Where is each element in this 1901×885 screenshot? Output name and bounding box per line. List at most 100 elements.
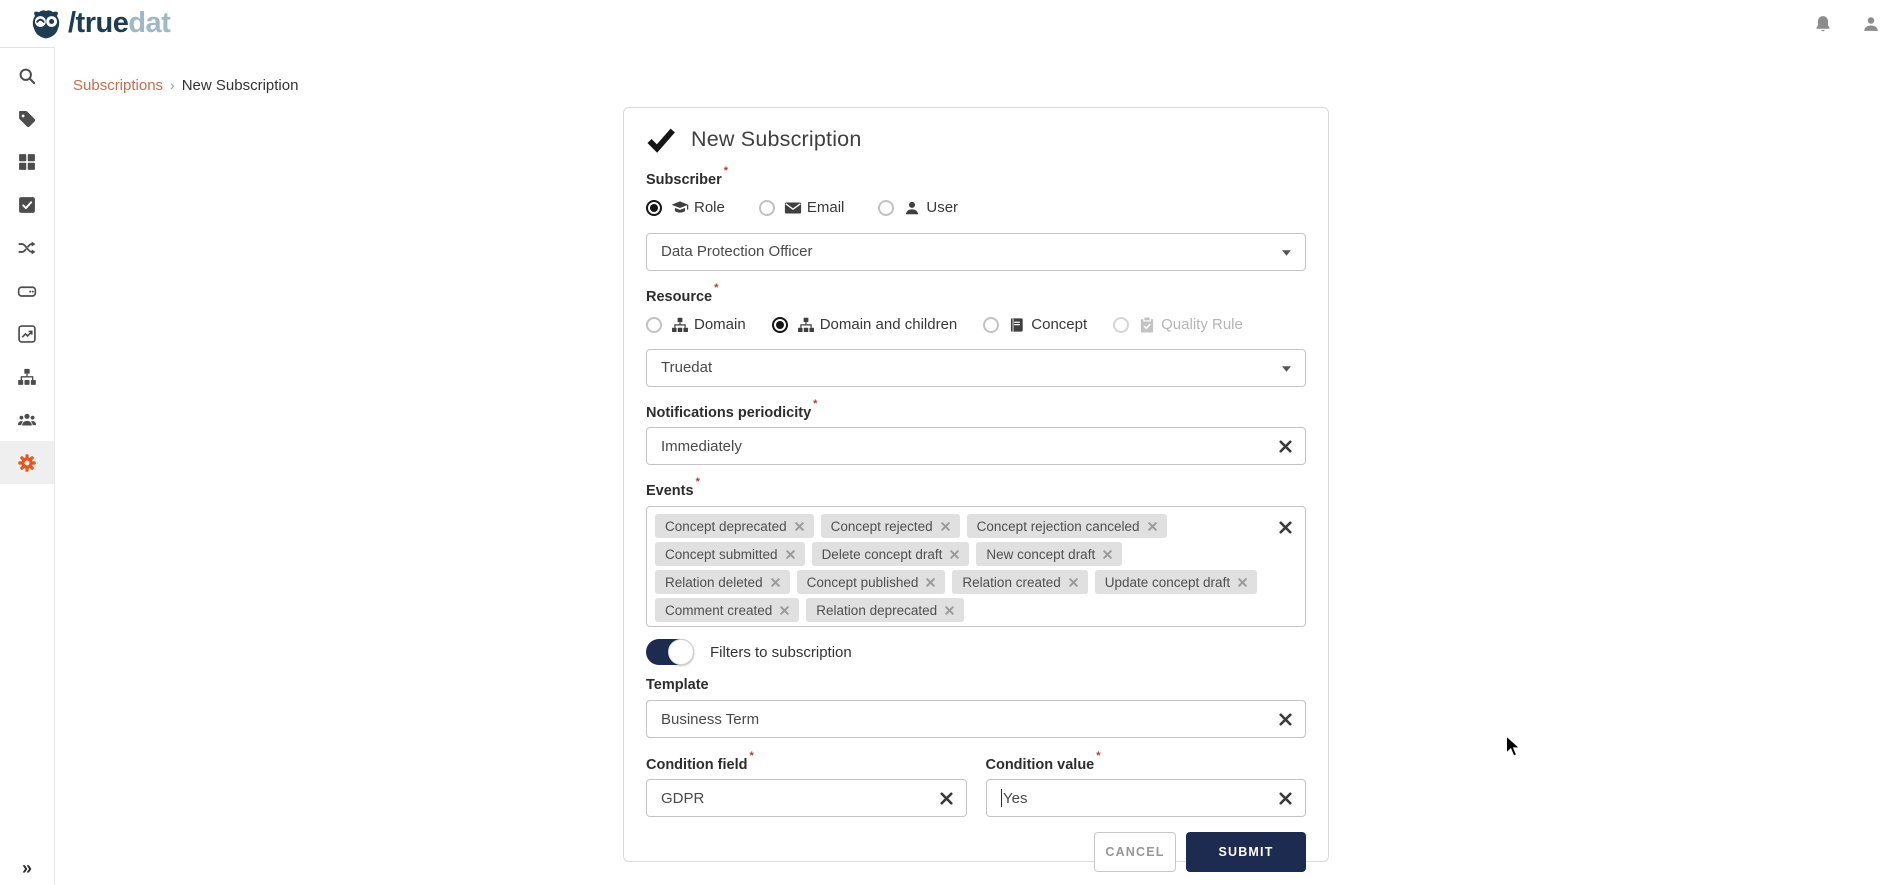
resource-option-domain[interactable]: Domain <box>646 316 746 334</box>
subscriber-radio-group: Role Email User <box>646 197 1306 219</box>
event-tag: Comment created <box>655 598 799 622</box>
radio-button[interactable] <box>983 317 999 333</box>
sidebar-item-settings[interactable] <box>0 441 54 484</box>
resource-radio-group: Domain Domain and children Concept Quali… <box>646 314 1306 336</box>
option-label: Domain <box>694 316 746 333</box>
remove-tag-icon[interactable] <box>941 522 950 531</box>
notifications-bell-icon[interactable] <box>1813 14 1833 34</box>
periodicity-field[interactable]: Immediately <box>646 427 1306 465</box>
filters-toggle-switch[interactable] <box>646 639 694 665</box>
page-title: New Subscription <box>691 127 862 152</box>
remove-tag-icon[interactable] <box>1069 578 1078 587</box>
resource-option-concept[interactable]: Concept <box>983 316 1087 334</box>
radio-button[interactable] <box>772 317 788 333</box>
event-tag: Delete concept draft <box>812 542 970 566</box>
event-tag-label: Delete concept draft <box>822 547 943 562</box>
sidebar-item-data-sources[interactable] <box>0 269 54 312</box>
toggle-knob[interactable] <box>668 639 694 665</box>
user-avatar-icon[interactable] <box>1861 14 1881 34</box>
subscriber-select-value: Data Protection Officer <box>661 243 812 260</box>
event-tag-label: Relation created <box>962 575 1060 590</box>
users-icon <box>17 410 37 430</box>
condition-value-label: Condition value* <box>986 753 1307 773</box>
main-content: Subscriptions›New Subscription New Subsc… <box>55 47 1901 885</box>
remove-tag-icon[interactable] <box>780 606 789 615</box>
event-tag-label: Concept rejection canceled <box>977 519 1140 534</box>
subscriber-option-email[interactable]: Email <box>759 199 845 217</box>
resource-select[interactable]: Truedat <box>646 349 1306 387</box>
event-tag: Concept rejection canceled <box>967 514 1167 538</box>
gear-icon <box>17 453 37 473</box>
graduation-cap-icon <box>671 199 689 217</box>
clear-field-icon[interactable] <box>1279 792 1292 805</box>
envelope-icon <box>784 199 802 217</box>
clear-field-icon[interactable] <box>1279 440 1292 453</box>
mouse-cursor <box>1505 735 1522 759</box>
event-tag-label: Concept submitted <box>665 547 778 562</box>
option-label: Role <box>694 199 725 216</box>
condition-value-input[interactable]: Yes <box>986 779 1307 817</box>
sidebar-item-tags[interactable] <box>0 97 54 140</box>
template-value: Business Term <box>661 711 759 728</box>
subscriber-option-user[interactable]: User <box>878 199 958 217</box>
remove-tag-icon[interactable] <box>945 606 954 615</box>
event-tag-label: Concept published <box>807 575 919 590</box>
event-tag-label: Comment created <box>665 603 772 618</box>
event-tag: Relation created <box>952 570 1087 594</box>
radio-button[interactable] <box>1113 317 1129 333</box>
grid-icon <box>17 152 37 172</box>
resource-option-quality-rule[interactable]: Quality Rule <box>1113 316 1243 334</box>
template-field[interactable]: Business Term <box>646 700 1306 738</box>
breadcrumb-subscriptions-link[interactable]: Subscriptions <box>73 77 163 94</box>
radio-button[interactable] <box>878 200 894 216</box>
subscriber-label: Subscriber* <box>646 168 1306 188</box>
truedat-logo[interactable]: /truedat <box>28 6 170 42</box>
radio-button[interactable] <box>646 317 662 333</box>
events-multiselect[interactable]: Concept deprecatedConcept rejectedConcep… <box>646 506 1306 627</box>
condition-field-label: Condition field* <box>646 753 967 773</box>
sidebar: » <box>0 47 55 885</box>
subscriber-select[interactable]: Data Protection Officer <box>646 233 1306 271</box>
event-tag: New concept draft <box>976 542 1122 566</box>
sidebar-item-lineage[interactable] <box>0 226 54 269</box>
remove-tag-icon[interactable] <box>786 550 795 559</box>
clear-field-icon[interactable] <box>940 792 953 805</box>
chart-line-icon <box>17 324 37 344</box>
top-bar: /truedat <box>0 0 1901 47</box>
condition-value-value: Yes <box>1003 790 1027 807</box>
option-label: Domain and children <box>820 316 958 333</box>
cancel-button[interactable]: CANCEL <box>1094 832 1176 872</box>
sidebar-item-search[interactable] <box>0 54 54 97</box>
radio-button[interactable] <box>646 200 662 216</box>
sidebar-item-domains[interactable] <box>0 355 54 398</box>
clear-events-icon[interactable] <box>1279 521 1292 534</box>
remove-tag-icon[interactable] <box>1238 578 1247 587</box>
event-tag: Relation deleted <box>655 570 790 594</box>
remove-tag-icon[interactable] <box>1148 522 1157 531</box>
sidebar-item-users[interactable] <box>0 398 54 441</box>
remove-tag-icon[interactable] <box>795 522 804 531</box>
sidebar-item-dashboards[interactable] <box>0 140 54 183</box>
chevron-down-icon[interactable] <box>1282 250 1291 256</box>
remove-tag-icon[interactable] <box>1103 550 1112 559</box>
submit-button[interactable]: SUBMIT <box>1186 832 1306 872</box>
breadcrumb: Subscriptions›New Subscription <box>73 77 298 94</box>
form-actions: CANCEL SUBMIT <box>646 832 1306 872</box>
remove-tag-icon[interactable] <box>926 578 935 587</box>
clear-field-icon[interactable] <box>1279 713 1292 726</box>
check-square-icon <box>17 195 37 215</box>
radio-button[interactable] <box>759 200 775 216</box>
logo-wordmark: /truedat <box>68 9 170 38</box>
periodicity-value: Immediately <box>661 438 742 455</box>
sidebar-item-analytics[interactable] <box>0 312 54 355</box>
chevron-down-icon[interactable] <box>1282 366 1291 372</box>
condition-field-input[interactable]: GDPR <box>646 779 967 817</box>
resource-option-domain-and-children[interactable]: Domain and children <box>772 316 958 334</box>
remove-tag-icon[interactable] <box>771 578 780 587</box>
remove-tag-icon[interactable] <box>950 550 959 559</box>
sitemap-icon <box>671 316 689 334</box>
template-label: Template <box>646 678 1306 693</box>
sidebar-expand-chevrons[interactable]: » <box>0 858 54 879</box>
sidebar-item-tasks[interactable] <box>0 183 54 226</box>
subscriber-option-role[interactable]: Role <box>646 199 725 217</box>
